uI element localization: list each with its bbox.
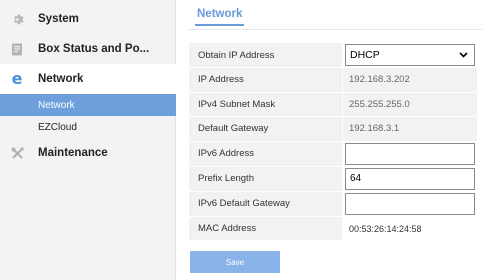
sidebar-item-network[interactable]: e Network [0, 64, 176, 94]
network-settings-form: Obtain IP Address DHCP IP Address 192.16… [188, 42, 478, 242]
mac-address-value: 00:53:26:14:24:58 [342, 215, 478, 242]
field-label: IP Address [188, 67, 343, 93]
field-label: IPv6 Address [188, 140, 343, 167]
subnet-mask-value: 255.255.255.0 [342, 91, 478, 118]
sidebar-item-label: System [38, 13, 79, 25]
main-panel: Network Obtain IP Address DHCP IP Addres… [176, 0, 482, 280]
form-row: IPv6 Address [188, 140, 478, 167]
tab-divider [188, 29, 482, 30]
sidebar-item-system[interactable]: System [0, 4, 176, 34]
prefix-length-input[interactable]: 64 [345, 167, 475, 190]
save-button[interactable]: Save [190, 251, 280, 273]
default-gateway-value: 192.168.3.1 [342, 116, 478, 142]
sidebar-subitem-ezcloud[interactable]: EZCloud [0, 116, 176, 138]
document-icon [10, 42, 24, 56]
form-row: Obtain IP Address DHCP [188, 42, 478, 68]
chevron-down-icon [459, 49, 468, 61]
obtain-ip-select[interactable]: DHCP [345, 44, 475, 66]
form-row: MAC Address 00:53:26:14:24:58 [188, 215, 478, 242]
ipv6-gateway-input[interactable] [345, 192, 475, 215]
ip-address-value: 192.168.3.202 [342, 67, 478, 93]
field-label: IPv4 Subnet Mask [188, 91, 343, 118]
form-row: IPv4 Subnet Mask 255.255.255.0 [188, 91, 478, 118]
ipv6-address-input[interactable] [345, 142, 475, 165]
sidebar-subitem-network[interactable]: Network [0, 94, 176, 116]
sidebar-item-label: Network [38, 73, 84, 85]
form-row: IPv6 Default Gateway [188, 190, 478, 217]
form-row: Prefix Length 64 [188, 165, 478, 192]
internet-e-icon: e [11, 69, 23, 88]
field-label: IPv6 Default Gateway [188, 190, 343, 217]
field-label: Prefix Length [188, 165, 343, 192]
form-row: Default Gateway 192.168.3.1 [188, 116, 478, 142]
field-label: Obtain IP Address [188, 42, 343, 68]
form-row: IP Address 192.168.3.202 [188, 67, 478, 93]
field-label: MAC Address [188, 215, 343, 242]
sidebar-item-label: Maintenance [38, 147, 108, 159]
tools-icon [10, 146, 24, 160]
sidebar: System Box Status and Po... e Network Ne… [0, 0, 176, 280]
tab-network[interactable]: Network [195, 8, 245, 26]
sidebar-item-maintenance[interactable]: Maintenance [0, 138, 176, 168]
sidebar-item-label: Box Status and Po... [38, 43, 150, 55]
gear-icon [10, 12, 24, 26]
sidebar-item-box-status[interactable]: Box Status and Po... [0, 34, 176, 64]
field-label: Default Gateway [188, 116, 343, 142]
select-value: DHCP [350, 49, 380, 61]
